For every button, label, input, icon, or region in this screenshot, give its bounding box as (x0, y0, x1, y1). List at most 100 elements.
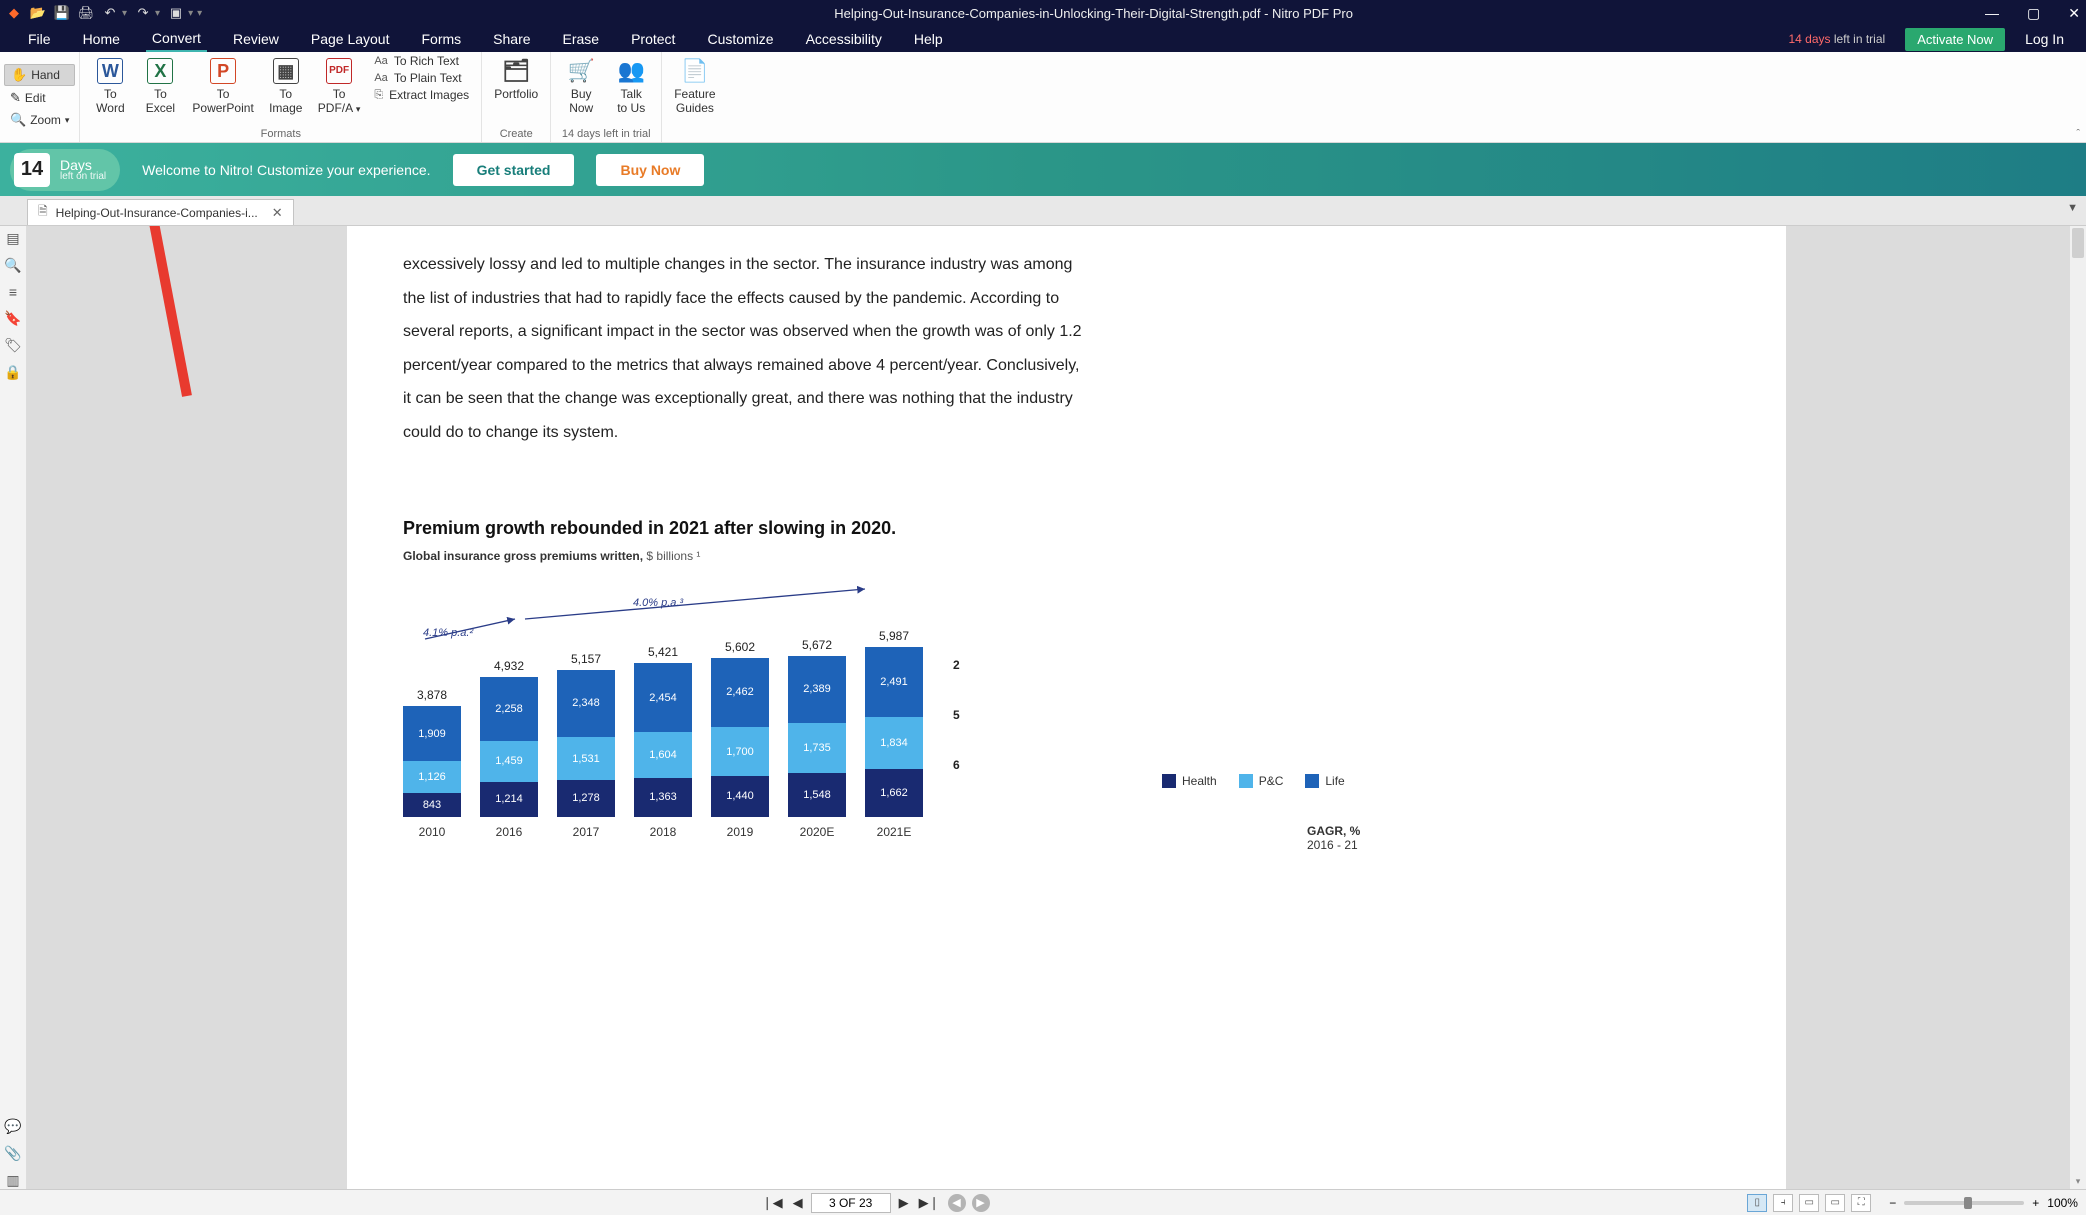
view-fullscreen[interactable]: ⛶ (1851, 1194, 1871, 1212)
to-excel-button[interactable]: XTo Excel (136, 54, 184, 116)
tags-panel-icon[interactable]: 🏷 (4, 337, 22, 354)
zoom-tool[interactable]: 🔍Zoom ▾ (4, 110, 75, 130)
legend-swatch-life (1305, 774, 1319, 788)
output-panel-icon[interactable]: ▥ (6, 1172, 19, 1189)
save-icon[interactable]: 💾 (54, 5, 70, 21)
menu-convert[interactable]: Convert (146, 26, 207, 52)
search-panel-icon[interactable]: 🔍 (4, 257, 21, 274)
menu-customize[interactable]: Customize (701, 27, 779, 51)
zoom-in-button[interactable]: + (2032, 1196, 2039, 1210)
pages-panel-icon[interactable]: ▤ (6, 230, 19, 247)
annotation-arrow (127, 226, 247, 426)
days-text: Daysleft on trial (60, 158, 106, 182)
word-icon: W (97, 58, 123, 84)
menu-file[interactable]: File (22, 27, 57, 51)
to-powerpoint-button[interactable]: PTo PowerPoint (186, 54, 259, 116)
to-word-button[interactable]: WTo Word (86, 54, 134, 116)
to-pdfa-button[interactable]: PDFTo PDF/A ▾ (312, 54, 367, 116)
feature-guides-button[interactable]: 📄Feature Guides (668, 54, 721, 116)
quick-access-toolbar: ◆ 📂 💾 🖨 ↶▾ ↷▾ ▣▾ ▾ (6, 5, 202, 21)
view-facing-continuous[interactable]: ▭ (1825, 1194, 1845, 1212)
growth-label-2: 4.0% p.a.³ (633, 597, 683, 609)
powerpoint-icon: P (210, 58, 236, 84)
menu-protect[interactable]: Protect (625, 27, 681, 51)
image-icon: ▦ (273, 58, 299, 84)
security-panel-icon[interactable]: 🔒 (4, 364, 21, 381)
edit-tool[interactable]: ✎Edit (4, 88, 75, 108)
scroll-down-icon[interactable]: ▾ (2070, 1176, 2086, 1187)
collapse-ribbon-icon[interactable]: ˆ (2076, 128, 2080, 140)
menu-page-layout[interactable]: Page Layout (305, 27, 396, 51)
hand-tool[interactable]: ✋Hand (4, 64, 75, 86)
open-icon[interactable]: 📂 (30, 5, 46, 21)
prev-page-button[interactable]: ◀ (791, 1195, 805, 1211)
zoom-slider[interactable] (1904, 1201, 2024, 1205)
main-area: ▤ 🔍 ≡ 🔖 🏷 🔒 💬 📎 ▥ excessively lossy and … (0, 226, 2086, 1189)
trial-group: 🛒Buy Now 👥Talk to Us 14 days left in tri… (551, 52, 662, 142)
login-button[interactable]: Log In (2025, 31, 2064, 47)
attachments-panel-icon[interactable]: 📎 (4, 1145, 21, 1162)
close-button[interactable]: ✕ (2068, 5, 2080, 22)
close-tab-icon[interactable]: ✕ (272, 205, 283, 221)
maximize-button[interactable]: ▢ (2027, 5, 2040, 22)
first-page-button[interactable]: ❘◀ (760, 1195, 785, 1211)
buy-now-ribbon-button[interactable]: 🛒Buy Now (557, 54, 605, 116)
view-continuous[interactable]: ⫞ (1773, 1194, 1793, 1212)
to-image-button[interactable]: ▦To Image (262, 54, 310, 116)
next-page-button[interactable]: ▶ (897, 1195, 911, 1211)
screenshot-icon[interactable]: ▣ (168, 5, 184, 21)
layers-panel-icon[interactable]: ≡ (9, 284, 17, 300)
chart-gagr-values: 256 (943, 627, 983, 817)
days-number: 14 (14, 153, 50, 187)
vertical-scrollbar[interactable]: ▴ ▾ (2070, 226, 2086, 1189)
get-started-button[interactable]: Get started (453, 154, 575, 186)
menu-share[interactable]: Share (487, 27, 536, 51)
menu-review[interactable]: Review (227, 27, 285, 51)
side-rail: ▤ 🔍 ≡ 🔖 🏷 🔒 💬 📎 ▥ (0, 226, 27, 1189)
nav-forward-button[interactable]: ▶ (972, 1194, 990, 1212)
trial-banner: 14 Daysleft on trial Welcome to Nitro! C… (0, 143, 2086, 196)
view-facing[interactable]: ▭ (1799, 1194, 1819, 1212)
zoom-out-button[interactable]: − (1889, 1196, 1896, 1210)
menu-help[interactable]: Help (908, 27, 949, 51)
print-icon[interactable]: 🖨 (78, 5, 94, 21)
extract-icon: ⎘ (374, 89, 383, 102)
menu-home[interactable]: Home (77, 27, 126, 51)
last-page-button[interactable]: ▶❘ (917, 1195, 942, 1211)
to-plain-text-button[interactable]: AaTo Plain Text (374, 71, 469, 85)
activate-button[interactable]: Activate Now (1905, 28, 2005, 51)
page-indicator[interactable]: 3 OF 23 (811, 1193, 891, 1213)
menu-accessibility[interactable]: Accessibility (800, 27, 888, 51)
scrollbar-thumb[interactable] (2072, 228, 2084, 258)
redo-icon[interactable]: ↷ (135, 5, 151, 21)
tool-mode-group: ✋Hand ✎Edit 🔍Zoom ▾ (0, 52, 80, 142)
buy-now-banner-button[interactable]: Buy Now (596, 154, 704, 186)
excel-icon: X (147, 58, 173, 84)
banner-message: Welcome to Nitro! Customize your experie… (142, 162, 430, 178)
talk-icon: 👥 (618, 58, 644, 84)
legend-swatch-pc (1239, 774, 1253, 788)
portfolio-button[interactable]: 🗂Portfolio (488, 54, 544, 102)
chart-container: Premium growth rebounded in 2021 after s… (403, 518, 1730, 839)
zoom-knob[interactable] (1964, 1197, 1972, 1209)
menu-erase[interactable]: Erase (557, 27, 606, 51)
create-caption: Create (500, 126, 533, 140)
undo-icon[interactable]: ↶ (102, 5, 118, 21)
view-single[interactable]: ▯ (1747, 1194, 1767, 1212)
text-convert-list: AaTo Rich Text AaTo Plain Text ⎘Extract … (368, 54, 475, 102)
minimize-button[interactable]: — (1985, 5, 1999, 21)
tab-menu-icon[interactable]: ▼ (2067, 202, 2078, 214)
trial-caption: 14 days left in trial (562, 126, 651, 140)
to-rich-text-button[interactable]: AaTo Rich Text (374, 54, 469, 68)
zoom-control: − + 100% (1889, 1196, 2078, 1210)
menu-forms[interactable]: Forms (415, 27, 467, 51)
comments-panel-icon[interactable]: 💬 (4, 1118, 21, 1135)
document-tab[interactable]: 🗎 Helping-Out-Insurance-Companies-i... ✕ (27, 199, 294, 225)
bookmarks-panel-icon[interactable]: 🔖 (4, 310, 21, 327)
document-viewer[interactable]: excessively lossy and led to multiple ch… (27, 226, 2086, 1189)
zoom-icon: 🔍 (10, 112, 26, 128)
plaintext-icon: Aa (374, 72, 387, 84)
nav-back-button[interactable]: ◀ (948, 1194, 966, 1212)
extract-images-button[interactable]: ⎘Extract Images (374, 88, 469, 102)
talk-to-us-button[interactable]: 👥Talk to Us (607, 54, 655, 116)
